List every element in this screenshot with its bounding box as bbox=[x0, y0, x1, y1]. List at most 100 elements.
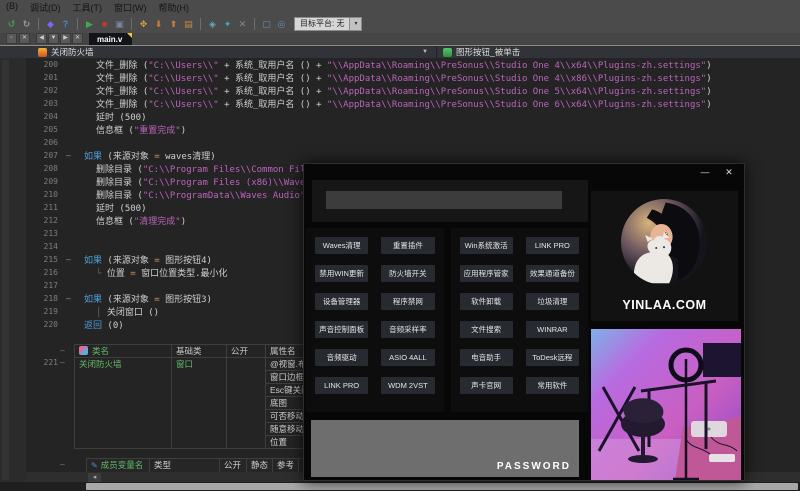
line-number: 205 bbox=[26, 125, 66, 134]
class-icon bbox=[79, 346, 88, 355]
line-number: 218 bbox=[26, 294, 66, 303]
tool-button[interactable]: ASIO 4ALL bbox=[381, 349, 434, 366]
fold-marker[interactable]: — bbox=[60, 358, 65, 367]
code-line[interactable]: 203文件_删除 ("C:\\Users\\" + 系统_取用户名 () + "… bbox=[26, 97, 800, 110]
target-platform-label: 目标平台: 无 bbox=[294, 17, 350, 31]
line-number-221: 221 bbox=[28, 358, 58, 367]
tool-button[interactable]: 程序禁网 bbox=[381, 293, 434, 310]
fold-marker[interactable]: — bbox=[66, 294, 80, 303]
tool-button[interactable]: Waves清理 bbox=[315, 237, 368, 254]
line-number: 208 bbox=[26, 164, 66, 173]
tool-button[interactable]: WINRAR bbox=[526, 321, 579, 338]
tab-list-icon[interactable]: ▼ bbox=[48, 33, 59, 44]
minimize-button[interactable]: — bbox=[698, 166, 712, 178]
tool-button[interactable]: 应用程序管家 bbox=[460, 265, 513, 282]
tool-button[interactable]: 声音控制面板 bbox=[315, 321, 368, 338]
tool-button[interactable]: 垃圾清理 bbox=[526, 293, 579, 310]
help-icon[interactable]: ? bbox=[59, 18, 72, 31]
close-button[interactable]: ✕ bbox=[722, 166, 736, 178]
class-selector[interactable]: 关闭防火墙 ▼ bbox=[0, 46, 436, 58]
firewall-class-icon bbox=[38, 48, 47, 57]
tool-button[interactable]: 重置插件 bbox=[381, 237, 434, 254]
line-number: 211 bbox=[26, 203, 66, 212]
fold-marker[interactable]: — bbox=[66, 255, 80, 264]
class-name-cell[interactable]: 关闭防火墙 bbox=[75, 358, 172, 449]
code-line[interactable]: 200文件_删除 ("C:\\Users\\" + 系统_取用户名 () + "… bbox=[26, 58, 800, 71]
code-line[interactable]: 202文件_删除 ("C:\\Users\\" + 系统_取用户名 () + "… bbox=[26, 84, 800, 97]
tool-button[interactable]: 常用软件 bbox=[526, 377, 579, 394]
fold-marker[interactable]: — bbox=[60, 460, 65, 469]
code-line[interactable]: 207—如果 (来源对象 = waves清理) bbox=[26, 149, 800, 162]
line-number: 210 bbox=[26, 190, 66, 199]
tool-button[interactable]: Win系统激活 bbox=[460, 237, 513, 254]
tool-button[interactable]: 文件搜索 bbox=[460, 321, 513, 338]
code-line[interactable]: 201文件_删除 ("C:\\Users\\" + 系统_取用户名 () + "… bbox=[26, 71, 800, 84]
window-panel-icon[interactable]: ▢ bbox=[260, 18, 273, 31]
code-line[interactable]: 204延时 (500) bbox=[26, 110, 800, 123]
pen-icon: ✎ bbox=[91, 461, 98, 470]
export-icon[interactable]: ⬆ bbox=[167, 18, 180, 31]
tab-scroll-left-icon[interactable]: ◀ bbox=[36, 33, 47, 44]
tool-button-group-1: Waves清理重置插件禁用WIN更新防火墙开关设备管理器程序禁网声音控制面板音频… bbox=[306, 228, 444, 412]
tool-button-groups: Waves清理重置插件禁用WIN更新防火墙开关设备管理器程序禁网声音控制面板音频… bbox=[306, 228, 588, 412]
method-selector[interactable]: 图形按钮_被单击 bbox=[436, 46, 800, 58]
event-method-icon bbox=[443, 48, 452, 57]
fold-marker[interactable]: — bbox=[66, 151, 80, 160]
base-class-cell[interactable]: 窗口 bbox=[172, 358, 227, 449]
tool-button[interactable]: 软件卸载 bbox=[460, 293, 513, 310]
tool-button[interactable]: 声卡官网 bbox=[460, 377, 513, 394]
tool-button[interactable]: 电音助手 bbox=[460, 349, 513, 366]
tool-button[interactable]: LINK PRO bbox=[526, 237, 579, 254]
code-line[interactable]: 206 bbox=[26, 136, 800, 149]
tool-button[interactable]: 音频采样率 bbox=[381, 321, 434, 338]
tool-button[interactable]: 防火墙开关 bbox=[381, 265, 434, 282]
line-number: 204 bbox=[26, 112, 66, 121]
undo-icon[interactable]: ↺ bbox=[5, 18, 18, 31]
tool-button[interactable]: ToDesk远程 bbox=[526, 349, 579, 366]
menu-debug[interactable]: 调试(D) bbox=[30, 1, 61, 14]
chevron-down-icon[interactable]: ▾ bbox=[350, 17, 362, 31]
site-label: YINLAA.COM bbox=[591, 298, 738, 312]
import-icon[interactable]: ⬇ bbox=[152, 18, 165, 31]
build-icon[interactable]: ◈ bbox=[206, 18, 219, 31]
package-icon[interactable]: ▤ bbox=[182, 18, 195, 31]
left-dock-strip[interactable] bbox=[0, 58, 27, 491]
tool-button[interactable]: 禁用WIN更新 bbox=[315, 265, 368, 282]
menu-fragment[interactable]: (B) bbox=[6, 1, 18, 14]
code-line[interactable]: 205信息框 ("重置完成") bbox=[26, 123, 800, 136]
password-panel[interactable]: PASSWORD bbox=[311, 420, 579, 477]
tool-button[interactable]: WDM 2VST bbox=[381, 377, 434, 394]
search-icon[interactable]: ◎ bbox=[275, 18, 288, 31]
ide-window: (B)调试(D)工具(T)窗口(W)帮助(H) ↺↻◆?▶■▣✥⬇⬆▤◈✦✕▢◎… bbox=[0, 0, 800, 491]
run-icon[interactable]: ▶ bbox=[83, 18, 96, 31]
public-cell[interactable] bbox=[227, 358, 266, 449]
modules-icon[interactable]: ◆ bbox=[44, 18, 57, 31]
fold-marker[interactable]: — bbox=[60, 346, 65, 355]
deploy-icon[interactable]: ✦ bbox=[221, 18, 234, 31]
tab-close-icon[interactable]: ✕ bbox=[72, 33, 83, 44]
tab-main-v[interactable]: main.v bbox=[89, 33, 132, 45]
menu-help[interactable]: 帮助(H) bbox=[159, 1, 190, 14]
tool-button[interactable]: LINK PRO bbox=[315, 377, 368, 394]
stop-icon[interactable]: ■ bbox=[98, 18, 111, 31]
redo-icon[interactable]: ↻ bbox=[20, 18, 33, 31]
chevron-down-icon[interactable]: ▼ bbox=[422, 49, 428, 55]
tool-button[interactable]: 音频驱动 bbox=[315, 349, 368, 366]
menu-tools[interactable]: 工具(T) bbox=[73, 1, 103, 14]
password-input[interactable] bbox=[326, 191, 562, 209]
clean-icon[interactable]: ✕ bbox=[236, 18, 249, 31]
debug-view-icon[interactable]: ▣ bbox=[113, 18, 126, 31]
tool-button[interactable]: 设备管理器 bbox=[315, 293, 368, 310]
tool-button[interactable]: 效果通道备份 bbox=[526, 265, 579, 282]
scrollbar-thumb[interactable] bbox=[86, 483, 798, 490]
target-platform-dropdown[interactable]: 目标平台: 无 ▾ bbox=[294, 17, 362, 31]
dock-pin-icon[interactable]: ▫ bbox=[6, 33, 17, 44]
hand-icon[interactable]: ✥ bbox=[137, 18, 150, 31]
scroll-left-icon[interactable]: ◂ bbox=[88, 473, 101, 482]
line-number: 217 bbox=[26, 281, 66, 290]
tab-scroll-right-icon[interactable]: ▶ bbox=[60, 33, 71, 44]
menu-window[interactable]: 窗口(W) bbox=[114, 1, 147, 14]
code-text: 如果 (来源对象 = 图形按钮3) bbox=[80, 292, 212, 305]
code-text: └ 位置 = 窗口位置类型.最小化 bbox=[80, 266, 228, 279]
dock-close-icon[interactable]: ✕ bbox=[19, 33, 30, 44]
